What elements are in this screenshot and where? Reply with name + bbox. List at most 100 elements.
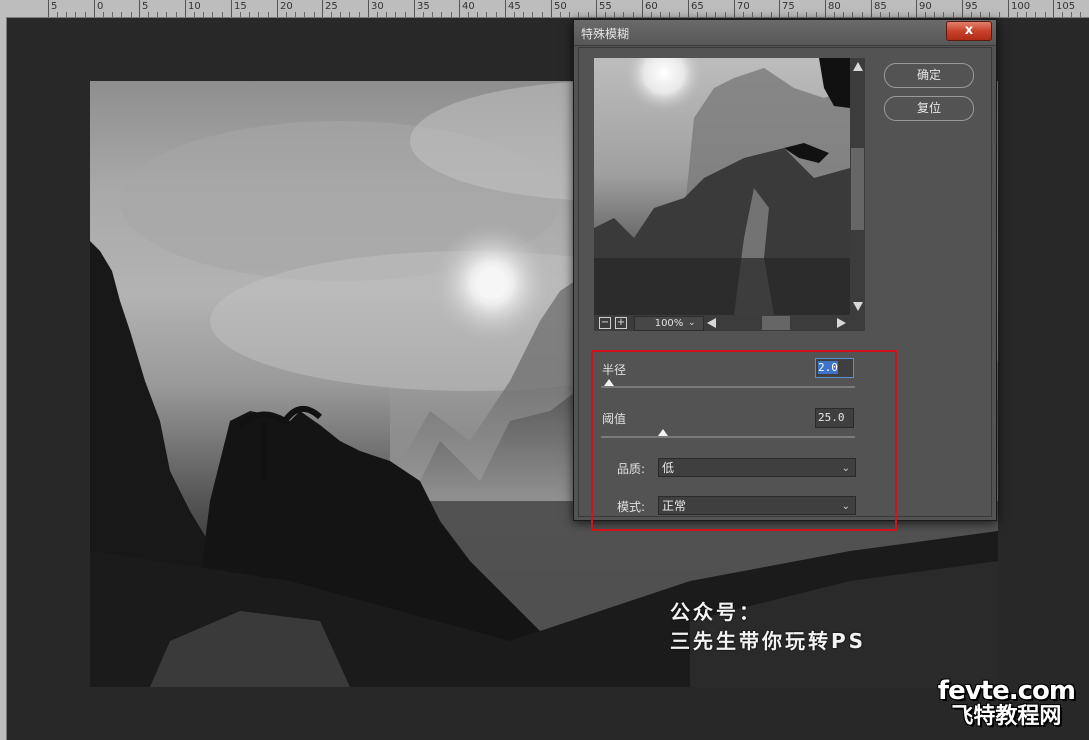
ruler-minor-tick [752,12,753,17]
ruler-minor-tick [1035,12,1036,17]
ruler-minor-tick [889,12,890,17]
ruler-minor-tick [523,12,524,17]
radius-slider-thumb[interactable] [603,379,614,386]
ruler-minor-tick [75,12,76,17]
ruler-minor-tick [614,12,615,17]
vertical-ruler[interactable] [0,17,7,740]
ruler-minor-tick [103,12,104,17]
site-name: 飞特教程网 [951,704,1062,729]
ruler-label: 15 [234,1,247,12]
preview-vertical-scrollbar[interactable] [850,58,865,315]
ruler-minor-tick [843,12,844,17]
ruler-minor-tick [258,12,259,17]
ruler-major-tick [459,0,460,17]
zoom-in-icon[interactable]: + [615,317,627,329]
ruler-minor-tick [451,12,452,17]
ruler-major-tick [185,0,186,17]
ruler-minor-tick [806,12,807,17]
chevron-down-icon[interactable]: ⌄ [688,318,696,328]
zoom-out-icon[interactable]: − [599,317,611,329]
parameters-highlight-box: 半径 2.0 阈值 25.0 品质: 低 ⌄ 模式: 正常 ⌄ [591,350,897,531]
ruler-label: 35 [417,1,430,12]
ruler-major-tick [596,0,597,17]
threshold-input[interactable]: 25.0 [815,408,854,428]
ruler-minor-tick [286,12,287,17]
ruler-minor-tick [496,12,497,17]
ruler-minor-tick [651,12,652,17]
radius-label: 半径 [602,363,627,377]
ruler-major-tick [779,0,780,17]
ruler-minor-tick [441,12,442,17]
dialog-title: 特殊模糊 [581,27,630,41]
ruler-minor-tick [468,12,469,17]
filter-preview[interactable] [594,58,850,315]
ruler-minor-tick [514,12,515,17]
ruler-label: 95 [965,1,978,12]
preview-image [594,58,850,315]
ruler-minor-tick [157,12,158,17]
quality-value: 低 [662,461,675,475]
ruler-minor-tick [880,12,881,17]
ruler-minor-tick [121,12,122,17]
ruler-minor-tick [359,12,360,17]
ruler-minor-tick [477,12,478,17]
ruler-minor-tick [725,12,726,17]
watermark-line-2: 三先生带你玩转PS [670,629,867,653]
dialog-titlebar[interactable]: 特殊模糊 x [574,20,996,46]
watermark-line-1: 公众号： [670,600,762,624]
horizontal-scroll-thumb[interactable] [762,316,790,330]
quality-select[interactable]: 低 ⌄ [658,458,856,477]
ruler-label: 30 [371,1,384,12]
close-button[interactable]: x [946,21,992,41]
ruler-label: 20 [280,1,293,12]
dialog-body: − + 100% ⌄ 确定 复位 半径 2.0 阈值 25.0 品质: 低 ⌄ … [578,47,992,531]
ruler-minor-tick [953,12,954,17]
threshold-label: 阈值 [602,412,627,426]
ruler-minor-tick [715,12,716,17]
scroll-thumb[interactable] [851,148,864,230]
ruler-major-tick [642,0,643,17]
ruler-major-tick [825,0,826,17]
ruler-minor-tick [816,12,817,17]
ruler-minor-tick [623,12,624,17]
ruler-minor-tick [1071,12,1072,17]
site-domain: fevte.com [937,676,1076,706]
ruler-minor-tick [852,12,853,17]
ruler-minor-tick [934,12,935,17]
radius-slider[interactable] [601,379,855,388]
ruler-label: 5 [51,1,58,12]
mode-select[interactable]: 正常 ⌄ [658,496,856,515]
scroll-right-icon[interactable] [837,318,846,328]
ruler-label: 50 [554,1,567,12]
ruler-minor-tick [176,12,177,17]
ok-button[interactable]: 确定 [884,63,974,88]
preview-toolbar: − + 100% ⌄ [594,315,865,331]
mode-label: 模式: [617,500,646,514]
ruler-minor-tick [679,12,680,17]
horizontal-ruler[interactable]: 5 0 5 10 15 20 25 30 35 40 45 50 55 60 65 70 75 80 85 90 95 1… [0,0,1089,18]
scroll-down-icon[interactable] [853,302,863,311]
ruler-minor-tick [771,12,772,17]
ruler-minor-tick [340,12,341,17]
threshold-slider-thumb[interactable] [658,429,669,436]
ruler-major-tick [871,0,872,17]
ruler-minor-tick [386,12,387,17]
ruler-minor-tick [743,12,744,17]
threshold-slider[interactable] [601,429,855,438]
ruler-minor-tick [706,12,707,17]
ruler-minor-tick [898,12,899,17]
scroll-up-icon[interactable] [853,62,863,71]
radius-input[interactable]: 2.0 [815,358,854,378]
ruler-minor-tick [1062,12,1063,17]
ruler-minor-tick [1017,12,1018,17]
ruler-minor-tick [112,12,113,17]
reset-button[interactable]: 复位 [884,96,974,121]
ruler-minor-tick [532,12,533,17]
ruler-major-tick [1053,0,1054,17]
ruler-label: 60 [645,1,658,12]
scroll-left-icon[interactable] [707,318,716,328]
ruler-major-tick [231,0,232,17]
ruler-minor-tick [1026,12,1027,17]
ruler-minor-tick [1080,12,1081,17]
ruler-minor-tick [560,12,561,17]
